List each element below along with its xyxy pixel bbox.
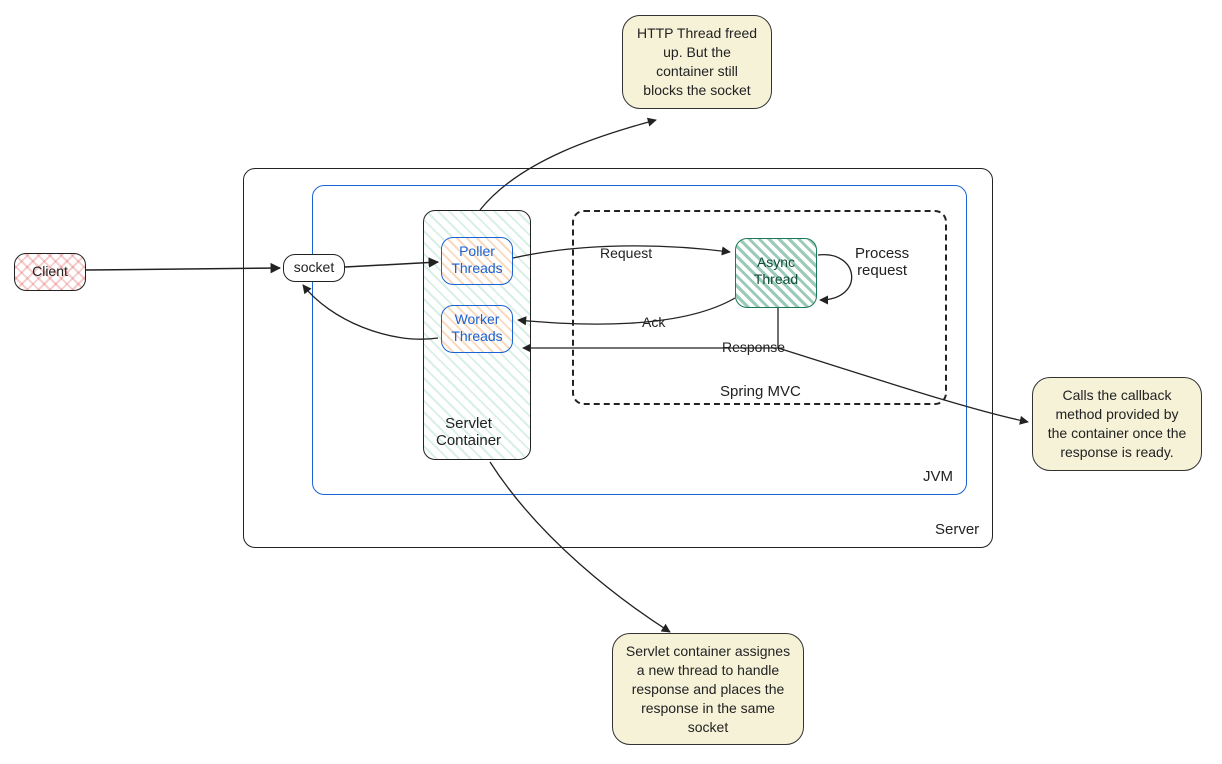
jvm-label: JVM — [923, 468, 953, 485]
servlet-container-label: Servlet Container — [436, 415, 501, 449]
note-callback-text: Calls the callback method provided by th… — [1048, 387, 1187, 460]
response-edge-label: Response — [720, 339, 787, 355]
note-assign-thread: Servlet container assignes a new thread … — [612, 633, 804, 745]
client-label: Client — [32, 263, 68, 279]
worker-threads-label: Worker Threads — [451, 311, 502, 344]
note-assign-thread-text: Servlet container assignes a new thread … — [626, 643, 790, 735]
server-label: Server — [935, 521, 979, 538]
poller-threads-box: Poller Threads — [441, 237, 513, 285]
worker-threads-box: Worker Threads — [441, 305, 513, 353]
note-http-freed-text: HTTP Thread freed up. But the container … — [637, 25, 757, 98]
request-edge-label: Request — [598, 245, 654, 261]
ack-edge-label: Ack — [640, 314, 667, 330]
spring-mvc-label: Spring MVC — [720, 383, 801, 400]
note-http-freed: HTTP Thread freed up. But the container … — [622, 15, 772, 109]
client-node: Client — [14, 253, 86, 291]
note-callback: Calls the callback method provided by th… — [1032, 377, 1202, 471]
async-thread-box: Async Thread — [735, 238, 817, 308]
socket-node: socket — [283, 254, 345, 282]
async-thread-label: Async Thread — [754, 254, 798, 287]
poller-threads-label: Poller Threads — [451, 243, 502, 276]
socket-label: socket — [294, 259, 334, 275]
process-request-label: Process request — [855, 245, 909, 279]
